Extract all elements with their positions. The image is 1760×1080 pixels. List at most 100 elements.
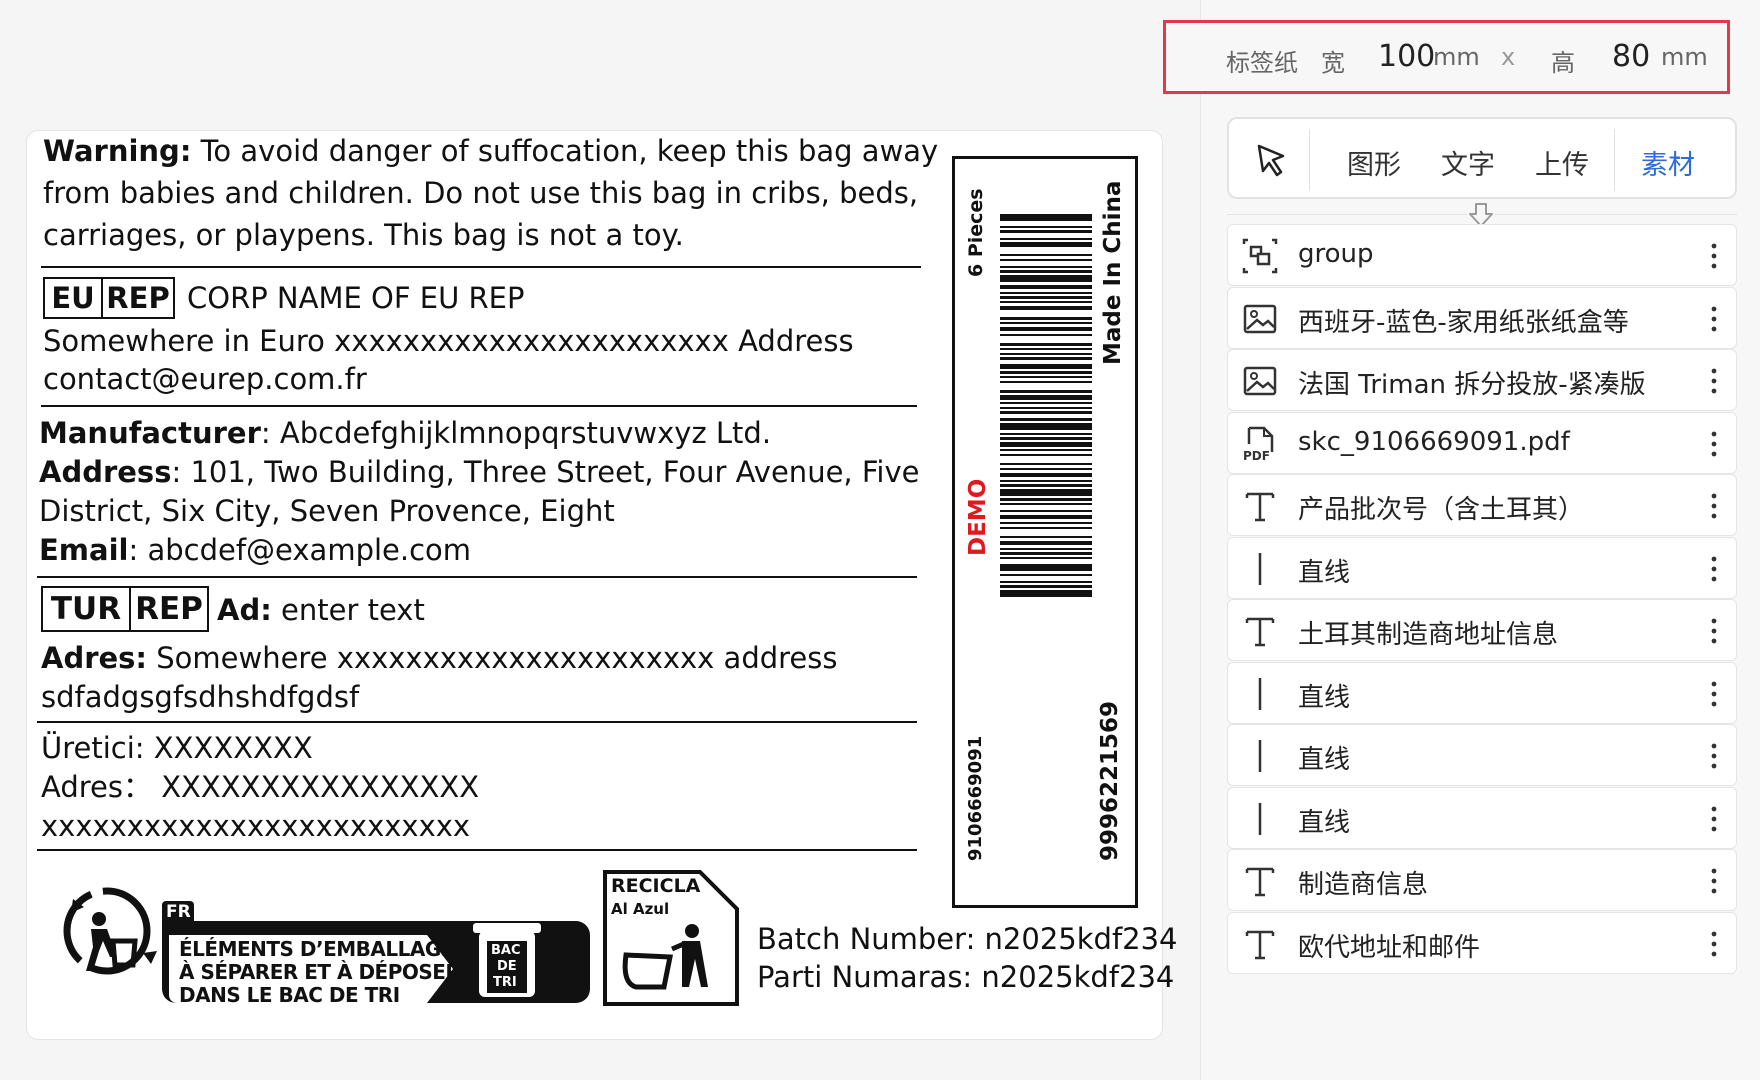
barcode-bar bbox=[1000, 376, 1092, 379]
layer-item[interactable]: 西班牙-蓝色-家用纸张纸盒等 bbox=[1227, 286, 1737, 349]
tab-assets[interactable]: 素材 bbox=[1641, 143, 1695, 182]
layer-item[interactable]: 土耳其制造商地址信息 bbox=[1227, 599, 1737, 661]
layer-item[interactable]: 法国 Triman 拆分投放-紧凑版 bbox=[1227, 349, 1737, 411]
layer-item[interactable]: 直线 bbox=[1227, 536, 1737, 599]
address-line-1: Address: 101, Two Building, Three Street… bbox=[39, 452, 919, 492]
divider-line bbox=[41, 266, 921, 268]
barcode-bar bbox=[1000, 437, 1092, 440]
address-label: Address bbox=[39, 455, 172, 489]
group-icon bbox=[1242, 238, 1278, 274]
layer-label: 产品批次号（含土耳其） bbox=[1298, 495, 1585, 525]
barcode-bar bbox=[1000, 573, 1092, 576]
barcode-bar bbox=[1000, 498, 1092, 501]
tab-upload[interactable]: 上传 bbox=[1535, 143, 1589, 182]
triman-line-2: À SÉPARER ET À DÉPOSER bbox=[179, 960, 461, 984]
barcode-bar bbox=[1000, 270, 1092, 273]
barcode-bar bbox=[1000, 580, 1092, 583]
layer-item[interactable]: 直线 bbox=[1227, 661, 1737, 724]
more-vertical-icon[interactable] bbox=[1704, 800, 1724, 838]
width-label: 宽 bbox=[1321, 49, 1345, 77]
adres-label: Adres: bbox=[41, 641, 148, 675]
more-vertical-icon[interactable] bbox=[1704, 737, 1724, 775]
barcode-bar bbox=[1000, 364, 1092, 370]
line-icon bbox=[1258, 802, 1262, 835]
barcode-bar bbox=[1000, 265, 1092, 269]
barcode-bar bbox=[1000, 347, 1092, 351]
barcode-bar bbox=[1000, 526, 1092, 529]
more-vertical-icon[interactable] bbox=[1704, 675, 1724, 713]
tab-text[interactable]: 文字 bbox=[1441, 143, 1495, 182]
x-placeholder-line: xxxxxxxxxxxxxxxxxxxxxxxxx bbox=[41, 809, 471, 843]
layer-label: 西班牙-蓝色-家用纸张纸盒等 bbox=[1298, 307, 1629, 338]
more-vertical-icon[interactable] bbox=[1704, 362, 1724, 400]
more-vertical-icon[interactable] bbox=[1704, 300, 1724, 338]
pieces-text: 6 Pieces bbox=[965, 188, 987, 277]
width-input[interactable]: 100 bbox=[1378, 39, 1435, 74]
more-vertical-icon[interactable] bbox=[1704, 550, 1724, 588]
toolbar-divider bbox=[1309, 129, 1310, 191]
height-input[interactable]: 80 bbox=[1612, 39, 1650, 74]
recicla-al-azul-logo: RECICLA Al Azul bbox=[602, 869, 740, 1007]
warning-line-1: Warning: To avoid danger of suffocation,… bbox=[43, 131, 938, 171]
layer-item[interactable]: 制造商信息 bbox=[1227, 849, 1737, 911]
barcode-bar bbox=[1000, 352, 1092, 355]
layer-label: 直线 bbox=[1298, 807, 1351, 838]
tab-shapes[interactable]: 图形 bbox=[1347, 143, 1401, 182]
manufacturer-value: : Abcdefghijklmnopqrstuvwxyz Ltd. bbox=[260, 416, 772, 450]
email-value: : abcdef@example.com bbox=[128, 533, 472, 567]
fr-tag: FR bbox=[166, 902, 191, 922]
barcode-bar bbox=[1000, 394, 1092, 400]
more-vertical-icon[interactable] bbox=[1704, 612, 1724, 650]
svg-text:PDF: PDF bbox=[1243, 449, 1270, 463]
layer-item[interactable]: 直线 bbox=[1227, 786, 1737, 849]
more-vertical-icon[interactable] bbox=[1704, 487, 1724, 525]
barcode-bar bbox=[1000, 237, 1092, 240]
warning-line-2: from babies and children. Do not use thi… bbox=[43, 176, 919, 210]
barcode-bar bbox=[1000, 463, 1092, 466]
barcode-bar bbox=[1000, 225, 1092, 229]
eu-rep-address: Somewhere in Euro xxxxxxxxxxxxxxxxxxxxxx… bbox=[43, 324, 854, 358]
ad-line: Ad: enter text bbox=[217, 589, 425, 631]
adres-line-1: Adres: Somewhere xxxxxxxxxxxxxxxxxxxxxx … bbox=[41, 638, 838, 678]
warning-text-1: To avoid danger of suffocation, keep thi… bbox=[200, 134, 939, 168]
layer-item[interactable]: 欧代地址和邮件 bbox=[1227, 911, 1737, 974]
barcode-bar bbox=[1000, 242, 1092, 247]
adres-value-1: Somewhere xxxxxxxxxxxxxxxxxxxxxx address bbox=[147, 641, 838, 675]
more-vertical-icon[interactable] bbox=[1704, 425, 1724, 463]
more-vertical-icon[interactable] bbox=[1704, 862, 1724, 900]
barcode-bar bbox=[1000, 380, 1092, 384]
barcode-bar bbox=[1000, 390, 1092, 393]
line-icon bbox=[1258, 740, 1262, 772]
label-artboard[interactable]: Warning: To avoid danger of suffocation,… bbox=[26, 130, 1178, 1040]
barcode-bar bbox=[1000, 305, 1092, 311]
barcode-bar bbox=[1000, 535, 1092, 539]
warning-label: Warning: bbox=[43, 134, 192, 168]
address-value-1: : 101, Two Building, Three Street, Four … bbox=[171, 455, 920, 489]
app-window: Warning: To avoid danger of suffocation,… bbox=[0, 0, 1760, 1080]
layer-item[interactable]: group bbox=[1227, 224, 1737, 286]
layer-item[interactable]: 产品批次号（含土耳其） bbox=[1227, 474, 1737, 536]
warning-line-3: carriages, or playpens. This bag is not … bbox=[43, 218, 684, 252]
layer-item[interactable]: PDF skc_9106669091.pdf bbox=[1227, 411, 1737, 474]
parti-number: Parti Numaras: n2025kdf234 bbox=[757, 960, 1175, 994]
email-line: Email: abcdef@example.com bbox=[39, 530, 471, 570]
divider-line bbox=[37, 721, 917, 723]
layer-item[interactable]: 直线 bbox=[1227, 724, 1737, 786]
recicla-subtitle: Al Azul bbox=[611, 900, 670, 918]
height-unit: mm bbox=[1661, 43, 1708, 71]
more-vertical-icon[interactable] bbox=[1704, 237, 1724, 275]
image-icon bbox=[1243, 304, 1277, 333]
recicla-title: RECICLA bbox=[611, 875, 701, 897]
manufacturer-label: Manufacturer bbox=[39, 416, 261, 450]
barcode-bar bbox=[1000, 479, 1092, 482]
rep-box-text: REP bbox=[101, 279, 173, 317]
select-cursor-icon[interactable] bbox=[1251, 140, 1291, 180]
barcode-bar bbox=[1000, 253, 1092, 257]
times-symbol: x bbox=[1501, 43, 1516, 71]
barcode-panel[interactable]: 6 Pieces Made In China DEMO 9106669091 9… bbox=[952, 156, 1138, 908]
barcode-bar bbox=[1000, 510, 1092, 513]
barcode-bar bbox=[1000, 371, 1092, 374]
triman-line-3: DANS LE BAC DE TRI bbox=[179, 983, 400, 1007]
triman-line-1: ÉLÉMENTS D’EMBALLAGE bbox=[179, 937, 454, 961]
more-vertical-icon[interactable] bbox=[1704, 925, 1724, 963]
